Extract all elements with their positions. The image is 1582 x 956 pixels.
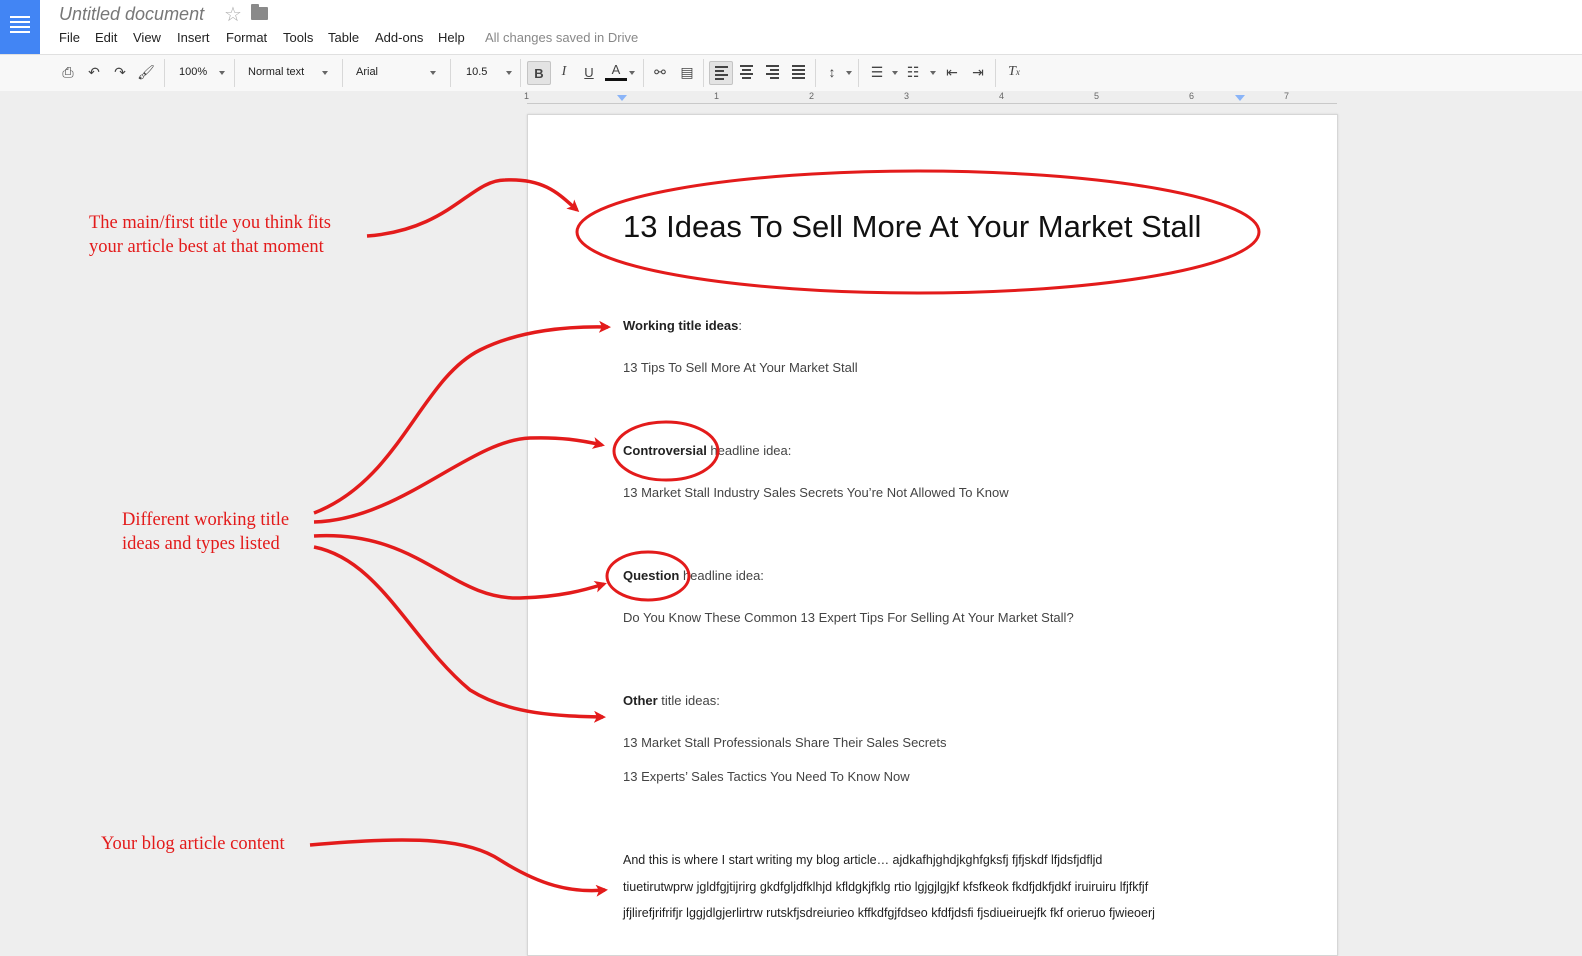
other-arrow [313,545,606,723]
ideas-note: Different working title ideas and types … [122,508,289,556]
ideas-note-line: ideas and types listed [122,534,280,554]
title-arrow [366,178,580,238]
title-note-line: your article best at that moment [89,237,324,257]
title-note-line: The main/first title you think fits [89,213,332,233]
title-highlight-circle [575,169,1261,295]
annotation-overlay [309,169,1261,897]
ideas-note-line: Different working title [122,510,290,530]
controversial-highlight-circle [612,420,720,482]
title-note: The main/first title you think fits your… [89,211,331,259]
content-arrow [309,838,608,897]
working-title-arrow [313,320,611,515]
controversial-arrow [313,436,605,524]
question-highlight-circle [605,550,691,602]
content-note: Your blog article content [101,834,285,854]
